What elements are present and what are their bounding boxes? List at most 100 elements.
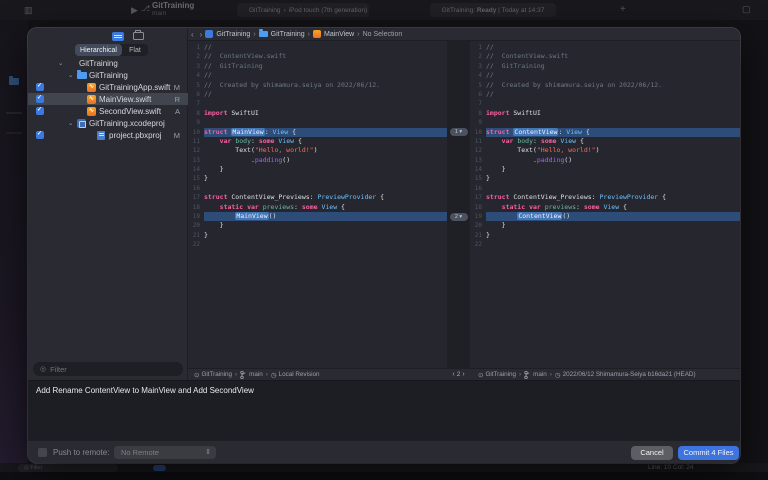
code-line[interactable]: 12 Text("Hello, world!") (470, 146, 740, 155)
code-line[interactable]: 21} (470, 231, 740, 240)
scheme-selector[interactable]: GitTraining › iPod touch (7th generation… (237, 3, 369, 17)
line-number: 15 (188, 174, 204, 183)
code-pane-current[interactable]: 1//2// ContentView.swift3// GitTraining4… (188, 41, 447, 368)
code-line[interactable]: 17struct ContentView_Previews: PreviewPr… (188, 193, 447, 202)
scheme-name: GitTraining (249, 7, 281, 14)
file-checkbox[interactable] (36, 131, 44, 139)
forward-icon[interactable]: › (200, 30, 203, 39)
background-filter-field[interactable]: ◎ Filter (18, 464, 118, 472)
commit-message-area[interactable]: Add Rename ContentView to MainView and A… (28, 380, 740, 440)
stash-tab-icon[interactable] (133, 32, 144, 40)
view-mode-segmented-control: Hierarchical Flat (75, 44, 148, 56)
code-line[interactable]: 14 } (470, 165, 740, 174)
code-line[interactable]: 15} (188, 174, 447, 183)
flat-segment[interactable]: Flat (122, 44, 148, 56)
file-checkbox[interactable] (36, 107, 44, 115)
code-line[interactable]: 13 .padding() (470, 156, 740, 165)
change-badge-2[interactable]: 2 ▾ (450, 213, 468, 221)
code-line[interactable]: 22 (470, 240, 740, 249)
code-line[interactable]: 1// (470, 43, 740, 52)
change-badge-1[interactable]: 1 ▾ (450, 128, 468, 136)
run-icon[interactable]: ▶ (131, 5, 138, 16)
line-number: 20 (188, 221, 204, 230)
commit-button[interactable]: Commit 4 Files (678, 446, 739, 460)
tree-row-gittraining[interactable]: ⌄GitTraining (28, 69, 188, 81)
code-line[interactable]: 21} (188, 231, 447, 240)
code-line[interactable]: 13 .padding() (188, 156, 447, 165)
code-line[interactable]: 7 (470, 99, 740, 108)
code-line[interactable]: 5// Created by shimamura.seiya on 2022/0… (188, 81, 447, 90)
code-line[interactable]: 11 var body: some View { (470, 137, 740, 146)
code-line[interactable]: 11 var body: some View { (188, 137, 447, 146)
code-line[interactable]: 14 } (188, 165, 447, 174)
line-content: // GitTraining (486, 62, 740, 71)
code-line[interactable]: 3// GitTraining (188, 62, 447, 71)
repo-icon: ⊙ (194, 371, 199, 379)
tree-row-project-pbxproj[interactable]: project.pbxprojM (28, 129, 188, 141)
code-line[interactable]: 2// ContentView.swift (470, 52, 740, 61)
code-line[interactable]: 9 (188, 118, 447, 127)
file-checkbox[interactable] (36, 95, 44, 103)
line-content (486, 240, 740, 249)
code-line[interactable]: 5// Created by shimamura.seiya on 2022/0… (470, 81, 740, 90)
sidebar-filter-field[interactable]: ◎ Filter (33, 362, 183, 376)
project-title: GitTraining (152, 2, 194, 10)
jumpbar-group[interactable]: GitTraining (271, 31, 305, 38)
code-line[interactable]: 8import SwiftUI (188, 109, 447, 118)
code-line[interactable]: 6// (188, 90, 447, 99)
code-line[interactable]: 20 } (188, 221, 447, 230)
disclosure-chevron-icon[interactable]: ⌄ (68, 71, 73, 79)
code-line[interactable]: 4// (470, 71, 740, 80)
code-line[interactable]: 16 (470, 184, 740, 193)
push-to-remote-checkbox[interactable] (38, 448, 47, 457)
tree-row-mainview-swift[interactable]: ∿MainView.swiftR (28, 93, 188, 105)
code-line[interactable]: 22 (188, 240, 447, 249)
code-line[interactable]: 10struct ContentView: View { (470, 128, 740, 137)
code-line[interactable]: 20 } (470, 221, 740, 230)
code-pane-base[interactable]: 1//2// ContentView.swift3// GitTraining4… (470, 41, 740, 368)
code-line[interactable]: 2// ContentView.swift (188, 52, 447, 61)
inspector-toggle-icon[interactable]: ▢ (742, 4, 751, 15)
code-line[interactable]: 19 ContentView() (470, 212, 740, 221)
remote-popup-button[interactable]: No Remote ⇕ (114, 446, 216, 459)
jumpbar-selection[interactable]: No Selection (363, 31, 403, 38)
prev-change-icon[interactable]: ‹ (452, 371, 454, 378)
jumpbar-project[interactable]: GitTraining (216, 31, 250, 38)
code-line[interactable]: 7 (188, 99, 447, 108)
code-line[interactable]: 16 (188, 184, 447, 193)
hierarchical-segment[interactable]: Hierarchical (75, 44, 122, 56)
left-pane-footer: ⊙ GitTraining› main› ◷ Local Revision (188, 368, 447, 380)
line-content: var body: some View { (204, 137, 447, 146)
code-line[interactable]: 6// (470, 90, 740, 99)
file-checkbox[interactable] (36, 83, 44, 91)
line-number: 7 (188, 99, 204, 108)
tree-row-gittrainingapp-swift[interactable]: ∿GitTrainingApp.swiftM (28, 81, 188, 93)
code-line[interactable]: 1// (188, 43, 447, 52)
code-line[interactable]: 15} (470, 174, 740, 183)
back-icon[interactable]: ‹ (191, 30, 194, 39)
commit-tab-icon[interactable] (112, 32, 124, 41)
code-line[interactable]: 17struct ContentView_Previews: PreviewPr… (470, 193, 740, 202)
code-line[interactable]: 19 MainView() (188, 212, 447, 221)
code-line[interactable]: 9 (470, 118, 740, 127)
code-line[interactable]: 18 static var previews: some View { (470, 203, 740, 212)
code-line[interactable]: 4// (188, 71, 447, 80)
code-line[interactable]: 10struct MainView: View { (188, 128, 447, 137)
tree-row-secondview-swift[interactable]: ∿SecondView.swiftA (28, 105, 188, 117)
tree-row-gittraining-xcodeproj[interactable]: ⌄GitTraining.xcodeproj (28, 117, 188, 129)
disclosure-chevron-icon[interactable]: ⌄ (68, 119, 73, 127)
tree-row-gittraining[interactable]: ⌄GitTraining (28, 57, 188, 69)
disclosure-chevron-icon[interactable]: ⌄ (58, 59, 63, 67)
commit-message-text[interactable]: Add Rename ContentView to MainView and A… (28, 381, 740, 400)
line-number: 10 (188, 128, 204, 137)
next-change-icon[interactable]: › (462, 371, 464, 378)
cancel-button[interactable]: Cancel (631, 446, 673, 460)
add-editor-icon[interactable]: + (620, 4, 626, 15)
code-line[interactable]: 18 static var previews: some View { (188, 203, 447, 212)
sidebar-toggle-icon[interactable]: ▥ (24, 5, 33, 16)
code-line[interactable]: 12 Text("Hello, world!") (188, 146, 447, 155)
code-line[interactable]: 8import SwiftUI (470, 109, 740, 118)
jumpbar-file[interactable]: MainView (324, 31, 354, 38)
project-icon (205, 30, 213, 38)
code-line[interactable]: 3// GitTraining (470, 62, 740, 71)
